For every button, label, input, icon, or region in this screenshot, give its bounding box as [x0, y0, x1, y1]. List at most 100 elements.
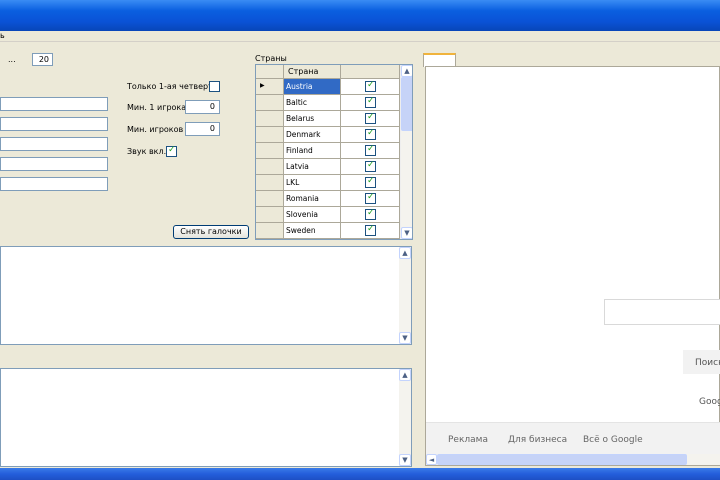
country-check-cell[interactable] — [341, 207, 400, 223]
scroll-up-icon[interactable]: ▲ — [399, 247, 411, 259]
min-players-field[interactable]: 0 — [185, 122, 220, 136]
min-one-player-field[interactable]: 0 — [185, 100, 220, 114]
country-checkbox[interactable] — [365, 96, 376, 108]
text-field-1[interactable] — [0, 97, 108, 111]
min-players-label: Мин. игроков — [127, 125, 184, 134]
google-search-input[interactable] — [604, 299, 720, 325]
table-row[interactable]: Latvia — [256, 159, 400, 175]
country-checkbox[interactable] — [365, 80, 376, 92]
country-check-cell[interactable] — [341, 79, 400, 95]
scroll-left-icon[interactable]: ◄ — [426, 454, 437, 465]
text-field-2[interactable] — [0, 117, 108, 131]
sound-on-label: Звук вкл. — [127, 147, 167, 156]
country-checkbox[interactable] — [365, 128, 376, 140]
country-name-cell[interactable]: Latvia — [284, 159, 341, 175]
scroll-thumb[interactable] — [437, 454, 687, 465]
scroll-down-icon[interactable]: ▼ — [399, 454, 411, 466]
scroll-down-icon[interactable]: ▼ — [399, 332, 411, 344]
country-name-cell[interactable]: Austria — [284, 79, 341, 95]
grid-corner — [256, 65, 284, 79]
table-row[interactable]: ▶ Austria — [256, 79, 400, 95]
web-browser-pane: Поиск Goog Реклама Для бизнеса Всё о Goo… — [425, 66, 720, 466]
table-row[interactable]: Denmark — [256, 127, 400, 143]
row-header[interactable] — [256, 159, 284, 175]
row-header[interactable] — [256, 207, 284, 223]
taskbar — [0, 468, 720, 480]
row-header[interactable] — [256, 143, 284, 159]
google-search-button[interactable]: Поиск — [683, 350, 720, 374]
table-row[interactable]: Slovenia — [256, 207, 400, 223]
country-name-cell[interactable]: Romania — [284, 191, 341, 207]
countries-grid[interactable]: Страна ▶ AustriaBalticBelarusDenmarkFinla… — [255, 64, 413, 240]
country-checkbox[interactable] — [365, 192, 376, 204]
textarea-2-scrollbar[interactable]: ▲ ▼ — [399, 369, 411, 466]
country-check-cell[interactable] — [341, 143, 400, 159]
table-row[interactable]: LKL — [256, 175, 400, 191]
browser-tab[interactable] — [423, 53, 456, 67]
country-name-cell[interactable]: Sweden — [284, 223, 341, 239]
count-field[interactable]: 20 — [32, 53, 53, 66]
footer-link-business[interactable]: Для бизнеса — [508, 434, 567, 446]
dots-label: ... — [8, 55, 16, 64]
grid-scrollbar[interactable]: ▲ ▼ — [400, 65, 412, 239]
country-name-cell[interactable]: Slovenia — [284, 207, 341, 223]
country-name-cell[interactable]: Finland — [284, 143, 341, 159]
country-name-cell[interactable]: LKL — [284, 175, 341, 191]
country-check-cell[interactable] — [341, 159, 400, 175]
country-checkbox[interactable] — [365, 208, 376, 220]
scroll-thumb[interactable] — [401, 77, 412, 131]
country-checkbox[interactable] — [365, 112, 376, 124]
menu-item[interactable]: ь — [0, 30, 5, 41]
country-check-cell[interactable] — [341, 111, 400, 127]
only-first-quarter-checkbox[interactable] — [209, 81, 220, 92]
footer-link-about[interactable]: Всё о Google — [583, 434, 643, 446]
scroll-up-icon[interactable]: ▲ — [401, 65, 412, 77]
scroll-up-icon[interactable]: ▲ — [399, 369, 411, 381]
text-field-3[interactable] — [0, 137, 108, 151]
country-checkbox[interactable] — [365, 144, 376, 156]
footer-link-ads[interactable]: Реклама — [448, 434, 488, 446]
row-header[interactable] — [256, 127, 284, 143]
min-one-player-label: Мин. 1 игрока — [127, 103, 187, 112]
country-checkbox[interactable] — [365, 176, 376, 188]
textarea-1-scrollbar[interactable]: ▲ ▼ — [399, 247, 411, 344]
country-check-cell[interactable] — [341, 223, 400, 239]
table-row[interactable]: Sweden — [256, 223, 400, 239]
country-check-cell[interactable] — [341, 175, 400, 191]
checked-column-header[interactable] — [341, 65, 400, 79]
country-name-cell[interactable]: Baltic — [284, 95, 341, 111]
country-name-cell[interactable]: Belarus — [284, 111, 341, 127]
table-row[interactable]: Finland — [256, 143, 400, 159]
row-header[interactable] — [256, 175, 284, 191]
uncheck-all-button[interactable]: Снять галочки — [173, 225, 249, 239]
text-field-5[interactable] — [0, 177, 108, 191]
country-checkbox[interactable] — [365, 224, 376, 236]
menu-bar: ь — [0, 31, 720, 42]
browser-hscrollbar[interactable]: ◄ — [426, 454, 720, 465]
scroll-down-icon[interactable]: ▼ — [401, 227, 412, 239]
country-name-cell[interactable]: Denmark — [284, 127, 341, 143]
country-checkbox[interactable] — [365, 160, 376, 172]
country-check-cell[interactable] — [341, 191, 400, 207]
text-field-4[interactable] — [0, 157, 108, 171]
countries-group-label: Страны — [255, 54, 287, 63]
table-row[interactable]: Baltic — [256, 95, 400, 111]
title-bar — [0, 0, 720, 31]
country-column-header[interactable]: Страна — [284, 65, 341, 79]
table-row[interactable]: Romania — [256, 191, 400, 207]
log-text-area-2[interactable]: ▲ ▼ — [0, 368, 412, 467]
sound-on-checkbox[interactable] — [166, 145, 177, 157]
google-footer: Реклама Для бизнеса Всё о Google — [426, 422, 720, 454]
google-text: Goog — [699, 397, 720, 407]
row-header[interactable] — [256, 95, 284, 111]
row-header[interactable] — [256, 191, 284, 207]
country-check-cell[interactable] — [341, 95, 400, 111]
row-header[interactable] — [256, 223, 284, 239]
log-text-area-1[interactable]: ▲ ▼ — [0, 246, 412, 345]
current-row-icon: ▶ — [260, 82, 265, 89]
country-check-cell[interactable] — [341, 127, 400, 143]
row-header[interactable]: ▶ — [256, 79, 284, 95]
table-row[interactable]: Belarus — [256, 111, 400, 127]
row-header[interactable] — [256, 111, 284, 127]
only-first-quarter-label: Только 1-ая четверть — [127, 82, 218, 91]
